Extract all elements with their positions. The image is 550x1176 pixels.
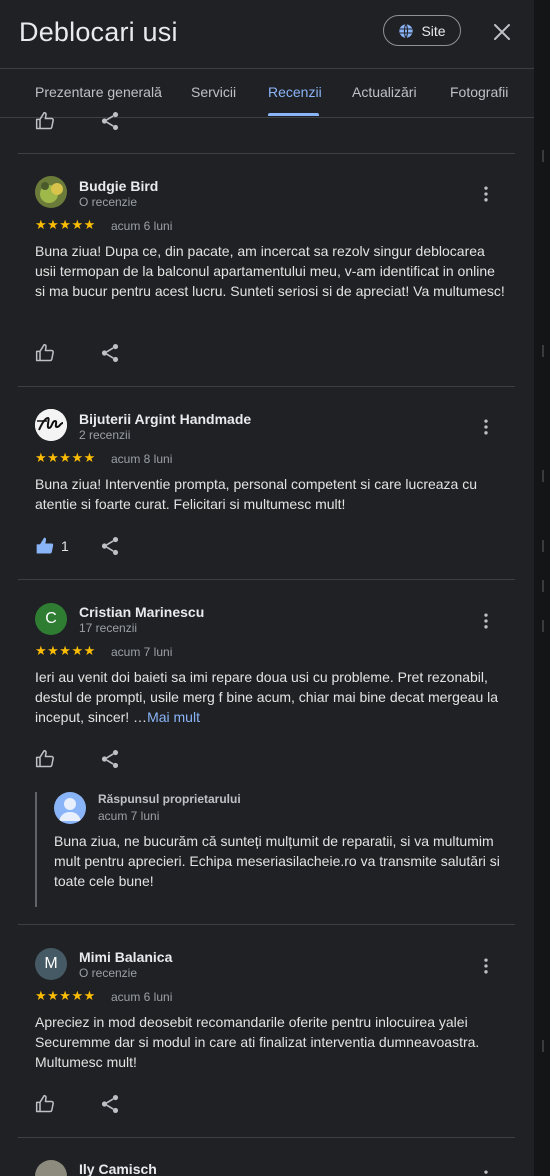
more-vert-icon[interactable] (476, 956, 496, 976)
tab-bar: Prezentare generală Servicii Recenzii Ac… (0, 69, 534, 118)
star-rating: ★★★★★ (35, 643, 96, 658)
more-vert-icon[interactable] (476, 1168, 496, 1176)
review-date: acum 6 luni (111, 990, 173, 1004)
review-divider (18, 924, 515, 925)
review-divider (18, 153, 515, 154)
reviewer-photo (35, 176, 67, 208)
review-text-body: Ieri au venit doi baieti sa imi repare d… (35, 669, 499, 725)
share-icon[interactable] (99, 535, 121, 557)
avatar[interactable] (35, 1160, 67, 1176)
thumb-up-icon (35, 749, 54, 768)
more-vert-icon[interactable] (476, 184, 496, 204)
more-vert-icon[interactable] (476, 417, 496, 437)
review-count: O recenzie (79, 195, 138, 209)
reviewer-name[interactable]: Bijuterii Argint Handmade (79, 411, 251, 427)
like-count: 1 (61, 538, 69, 554)
review-divider (18, 386, 515, 387)
review-divider (18, 1137, 515, 1138)
review-count: O recenzie (79, 966, 138, 980)
owner-response: Răspunsul proprietarului acum 7 luni Bun… (35, 792, 517, 907)
star-rating: ★★★★★ (35, 988, 96, 1003)
tab-services[interactable]: Servicii (191, 84, 236, 100)
map-edge (534, 0, 550, 1176)
thumb-up-icon (35, 1094, 54, 1113)
owner-response-text: Buna ziua, ne bucurăm că sunteți mulțumi… (54, 833, 500, 889)
like-button[interactable]: 1 (35, 535, 69, 557)
panel-header: Deblocari usi Site (0, 0, 534, 69)
star-rating: ★★★★★ (35, 217, 96, 232)
reviewer-name[interactable]: Cristian Marinescu (79, 604, 204, 620)
tab-updates[interactable]: Actualizări (352, 84, 417, 100)
review-text: Buna ziua! Interventie prompta, personal… (35, 476, 478, 512)
reviewer-logo (35, 409, 67, 441)
review-text: Buna ziua! Dupa ce, din pacate, am incer… (35, 243, 505, 299)
tab-reviews[interactable]: Recenzii (268, 84, 322, 100)
reviewer-name[interactable]: Mimi Balanica (79, 949, 172, 965)
review-divider (18, 579, 515, 580)
review-date: acum 6 luni (111, 219, 173, 233)
more-vert-icon[interactable] (476, 611, 496, 631)
owner-response-date: acum 7 luni (98, 809, 160, 823)
review-date: acum 7 luni (111, 645, 173, 659)
reviewer-name[interactable]: Budgie Bird (79, 178, 158, 194)
owner-response-label: Răspunsul proprietarului (98, 792, 241, 806)
site-button-label: Site (421, 22, 446, 39)
globe-icon (399, 23, 414, 38)
share-icon[interactable] (99, 748, 121, 770)
review-date: acum 8 luni (111, 452, 173, 466)
share-icon[interactable] (99, 110, 121, 132)
review-text: Apreciez in mod deosebit recomandarile o… (35, 1014, 480, 1070)
place-panel: Deblocari usi Site Prezentare generală S… (0, 0, 534, 1176)
avatar[interactable]: M (35, 948, 67, 980)
avatar[interactable] (35, 409, 67, 441)
share-icon[interactable] (99, 1093, 121, 1115)
share-icon[interactable] (99, 342, 121, 364)
thumb-up-icon (36, 537, 54, 554)
like-button[interactable] (35, 342, 55, 364)
close-icon[interactable] (490, 20, 514, 44)
site-button[interactable]: Site (383, 15, 461, 46)
active-tab-indicator (268, 113, 319, 116)
read-more-link[interactable]: Mai mult (147, 709, 200, 725)
thumb-up-icon (35, 111, 54, 130)
star-rating: ★★★★★ (35, 450, 96, 465)
reviewer-name[interactable]: Ily Camisch (79, 1161, 157, 1176)
review-text: Ieri au venit doi baieti sa imi repare d… (35, 667, 505, 727)
like-button[interactable] (35, 110, 55, 132)
review-count: 2 recenzii (79, 428, 131, 442)
place-title: Deblocari usi (19, 17, 178, 47)
tab-overview[interactable]: Prezentare generală (35, 84, 162, 100)
thumb-up-icon (35, 343, 54, 362)
review-count: 17 recenzii (79, 621, 138, 635)
like-button[interactable] (35, 1093, 55, 1115)
avatar[interactable]: C (35, 603, 67, 635)
avatar[interactable] (35, 176, 67, 208)
person-icon (59, 798, 81, 821)
owner-avatar (54, 792, 86, 824)
tab-photos[interactable]: Fotografii (450, 84, 508, 100)
like-button[interactable] (35, 748, 55, 770)
